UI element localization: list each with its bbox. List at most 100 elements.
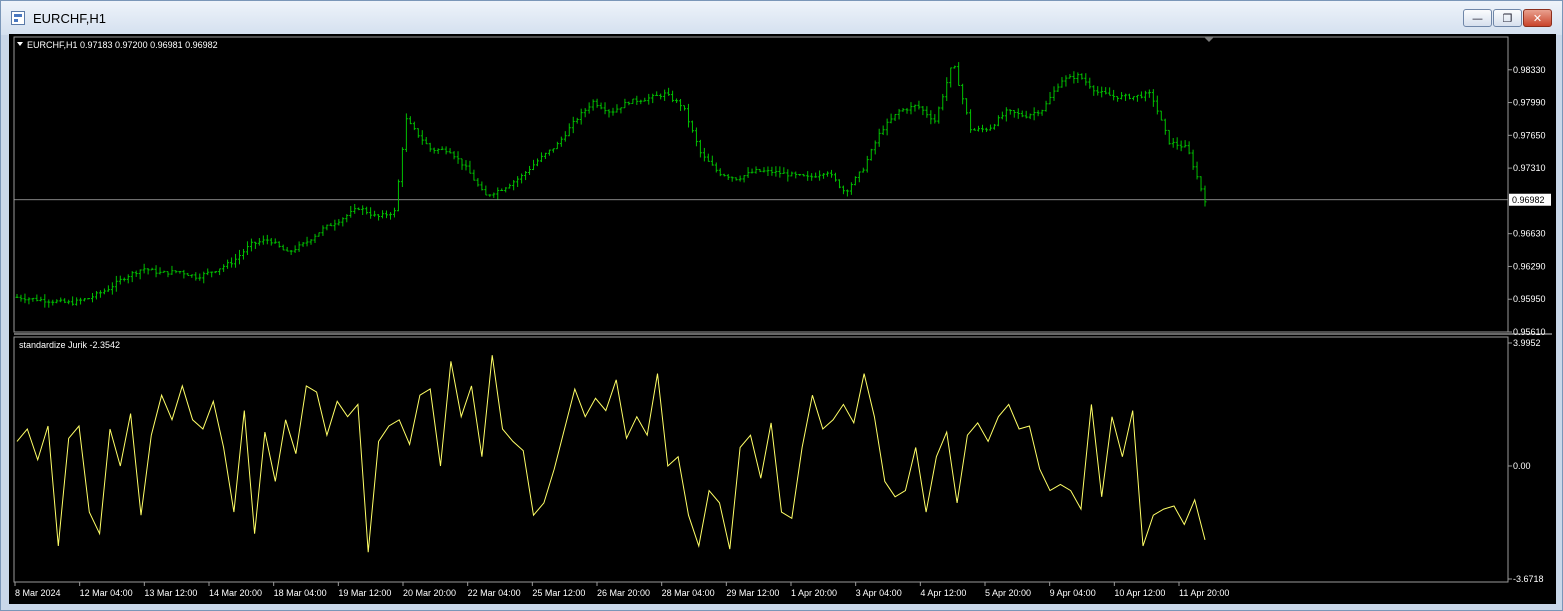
price-bar [595,98,599,108]
price-panel-frame [13,36,1509,333]
price-bar [547,149,551,156]
price-bar [603,102,607,115]
price-bar [43,294,47,308]
price-bar [885,118,889,136]
price-bar [126,274,130,284]
price-bar [782,167,786,174]
price-bar [1080,73,1084,80]
price-bar [289,250,293,255]
price-bar [893,113,897,121]
price-bar [897,108,901,120]
price-bar [806,171,810,181]
price-bar [726,174,730,180]
price-bar [1124,93,1128,101]
price-bar [830,169,834,178]
price-bar [90,292,94,303]
price-bar [873,140,877,155]
price-bar [87,298,91,300]
chart-canvas[interactable]: 0.98330 0.97990 0.97650 0.97310 0.96630 0.962… [9,34,1556,604]
price-bar [1072,71,1076,84]
time-axis-label: 5 Apr 20:00 [985,588,1031,598]
price-bar [373,210,377,217]
price-axis-label: 0.97650 [1513,130,1546,140]
price-bar [1008,109,1012,115]
price-bar [980,124,984,133]
price-bar [535,158,539,167]
price-bar [249,238,253,252]
price-bar [241,248,245,260]
price-bar [158,267,162,275]
price-bar [992,123,996,130]
price-bar [663,89,667,101]
price-axis-label: 0.98330 [1513,65,1546,75]
price-bar [543,152,547,159]
price-bar [377,214,381,221]
price-bar [321,225,325,236]
time-axis-label: 10 Apr 12:00 [1114,588,1165,598]
price-bar [818,170,822,181]
price-bar [1191,149,1195,170]
price-bar [130,271,134,283]
price-bar [75,297,79,306]
price-axis-label: 0.95610 [1513,327,1546,337]
price-bar [984,127,988,133]
price-bar [877,128,881,147]
price-bar [412,121,416,131]
price-bar [742,175,746,183]
price-bar [464,160,468,171]
price-bar [396,179,400,212]
title-bar[interactable]: EURCHF,H1 — ❐ ✕ [1,1,1562,35]
price-bar [31,297,35,302]
indicator-axis-label: 0.00 [1513,461,1531,471]
price-bar [977,125,981,132]
price-bar [392,207,396,218]
chart-area[interactable]: 0.98330 0.97990 0.97650 0.97310 0.96630 0.962… [9,34,1556,604]
time-axis-label: 18 Mar 04:00 [274,588,327,598]
price-bar [1195,161,1199,180]
price-bar [933,114,937,124]
time-axis-label: 26 Mar 20:00 [597,588,650,598]
price-bar [440,146,444,151]
price-bar [937,106,941,124]
price-bar [1088,77,1092,89]
time-axis-label: 11 Apr 20:00 [1179,588,1229,598]
price-bar [230,257,234,268]
price-bar [222,264,226,272]
price-bar [238,249,242,265]
price-bar [1151,89,1155,107]
price-bar [1044,100,1048,112]
price-bar [142,263,146,274]
price-bar [19,294,23,302]
price-bar [297,241,301,252]
price-bar [102,288,106,295]
price-bar [551,148,555,153]
price-bar [1128,93,1132,100]
price-bar [186,272,190,277]
collapse-triangle-icon[interactable] [17,42,23,46]
price-bar [957,62,961,86]
price-bar [313,233,317,244]
price-bar [460,158,464,170]
price-bar [400,147,404,187]
price-bar [456,151,460,164]
price-bar [921,106,925,116]
price-bar [583,108,587,118]
close-button[interactable]: ✕ [1523,9,1552,27]
price-bar [234,253,238,268]
price-bar [357,207,361,211]
indicator-axis-label: 3.9952 [1513,338,1541,348]
price-bar [67,299,71,305]
price-bar [432,147,436,154]
price-bar [1032,107,1036,121]
minimize-button[interactable]: — [1463,9,1492,27]
price-bar [555,141,559,150]
chart-shift-marker[interactable] [1204,37,1214,42]
price-bar [710,155,714,166]
price-bar [849,182,853,195]
price-bar [226,259,230,269]
price-bar [110,282,114,295]
price-bar [79,297,83,305]
price-bar [1187,141,1191,155]
chart-window-icon [11,11,25,25]
restore-button[interactable]: ❐ [1493,9,1522,27]
